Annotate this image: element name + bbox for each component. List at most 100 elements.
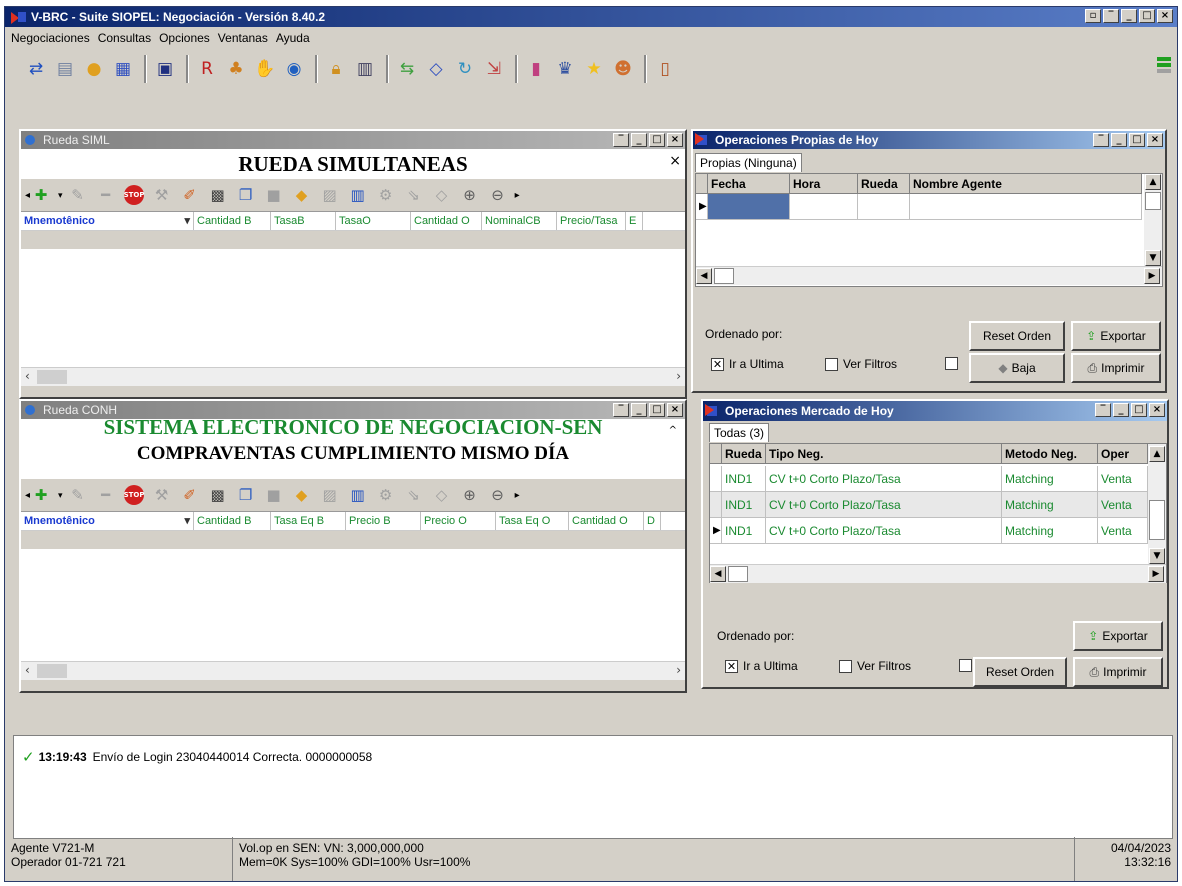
filter-icon[interactable]: ⇘ xyxy=(403,484,425,506)
ver-filtros-checkbox[interactable]: Ver Filtros xyxy=(839,659,911,673)
edit-icon[interactable]: ✎ xyxy=(67,184,89,206)
extra-checkbox[interactable] xyxy=(945,357,963,370)
column-nombre-agente[interactable]: Nombre Agente xyxy=(910,174,1142,194)
scroll-right-icon[interactable]: ▶ xyxy=(1148,566,1164,582)
save-icon[interactable]: ▩ xyxy=(207,184,229,206)
chevron-right-icon[interactable]: › xyxy=(676,369,681,383)
column-cantidad-o[interactable]: Cantidad O xyxy=(569,512,644,530)
ver-filtros-checkbox[interactable]: Ver Filtros xyxy=(825,357,897,371)
scroll-right-icon[interactable]: ▶ xyxy=(1144,268,1160,284)
zoom-in-icon[interactable]: ⊕ xyxy=(459,484,481,506)
restore-icon[interactable]: ‾ xyxy=(613,403,629,417)
rueda-siml-grid[interactable] xyxy=(21,249,685,367)
column-tasa-o[interactable]: TasaO xyxy=(336,212,411,230)
download-icon[interactable]: ◆ xyxy=(291,184,313,206)
globe-icon[interactable]: ◉ xyxy=(281,56,307,82)
column-precio-tasa[interactable]: Precio/Tasa xyxy=(557,212,626,230)
scroll-down-icon[interactable]: ▼ xyxy=(1145,250,1161,266)
imprimir-button[interactable]: ⎙ Imprimir xyxy=(1073,657,1163,687)
bar-chart-icon[interactable]: ▥ xyxy=(347,484,369,506)
star-icon[interactable]: ★ xyxy=(581,56,607,82)
sync-icon[interactable]: ↻ xyxy=(452,56,478,82)
column-tipo-neg[interactable]: Tipo Neg. xyxy=(766,444,1002,464)
column-cantidad-b[interactable]: Cantidad B xyxy=(194,512,271,530)
close-button[interactable]: × xyxy=(1157,9,1173,23)
minimize-button[interactable]: _ xyxy=(1113,403,1129,417)
add-icon[interactable]: ✚ xyxy=(30,184,52,206)
column-precio-b[interactable]: Precio B xyxy=(346,512,421,530)
horizontal-scrollbar[interactable]: ‹ › xyxy=(21,367,685,386)
maximize-button[interactable]: □ xyxy=(1131,403,1147,417)
edit-icon[interactable]: ✎ xyxy=(67,484,89,506)
coins-icon[interactable]: ● xyxy=(81,56,107,82)
zoom-out-icon[interactable]: ⊖ xyxy=(487,484,509,506)
maximize-button[interactable]: □ xyxy=(649,403,665,417)
minimize-button[interactable]: _ xyxy=(631,403,647,417)
report-icon[interactable]: R xyxy=(194,56,220,82)
column-tasa-eq-b[interactable]: Tasa Eq B xyxy=(271,512,346,530)
maximize-button[interactable]: □ xyxy=(1139,9,1155,23)
menu-ventanas[interactable]: Ventanas xyxy=(218,31,268,45)
table-row[interactable]: IND1 CV t+0 Corto Plazo/Tasa Matching Ve… xyxy=(710,492,1148,518)
column-metodo-neg[interactable]: Metodo Neg. xyxy=(1002,444,1098,464)
scroll-icon[interactable]: ◇ xyxy=(431,484,453,506)
column-hora[interactable]: Hora xyxy=(790,174,858,194)
chart-icon[interactable]: ▮ xyxy=(523,56,549,82)
ops-propias-grid[interactable]: Fecha Hora Rueda Nombre Agente ▶ ▲ ▼ ◀ ▶ xyxy=(695,173,1163,287)
column-cantidad-o[interactable]: Cantidad O xyxy=(411,212,482,230)
scroll-down-icon[interactable]: ▼ xyxy=(1149,548,1165,564)
lock-icon[interactable]: 🔒︎ xyxy=(323,56,349,82)
square-icon[interactable]: ■ xyxy=(263,484,285,506)
restore-icon[interactable]: ‾ xyxy=(1093,133,1109,147)
scroll-icon[interactable]: ◇ xyxy=(423,56,449,82)
reset-orden-button[interactable]: Reset Orden xyxy=(969,321,1065,351)
scroll-right-icon[interactable]: ▸ xyxy=(515,190,520,201)
tab-propias[interactable]: Propias (Ninguna) xyxy=(695,153,802,172)
copy-icon[interactable]: ❐ xyxy=(235,184,257,206)
calculator-icon[interactable]: ▥ xyxy=(352,56,378,82)
close-icon[interactable]: × xyxy=(669,153,681,169)
horizontal-scrollbar[interactable]: ◀ ▶ xyxy=(710,564,1166,583)
menu-consultas[interactable]: Consultas xyxy=(98,31,151,45)
image-icon[interactable]: ▨ xyxy=(319,484,341,506)
vertical-scrollbar[interactable]: ▲ ▼ xyxy=(1144,174,1162,266)
close-button[interactable]: × xyxy=(1149,403,1165,417)
hammer-icon[interactable]: ⚒ xyxy=(151,184,173,206)
column-e[interactable]: E xyxy=(626,212,643,230)
column-cantidad-b[interactable]: Cantidad B xyxy=(194,212,271,230)
minimize-icon[interactable]: ‾ xyxy=(1103,9,1119,23)
bar-chart-icon[interactable]: ▥ xyxy=(347,184,369,206)
image-icon[interactable]: ▨ xyxy=(319,184,341,206)
menu-negociaciones[interactable]: Negociaciones xyxy=(11,31,90,45)
ops-mercado-titlebar[interactable]: Operaciones Mercado de Hoy ‾ _ □ × xyxy=(703,401,1167,421)
ops-mercado-grid[interactable]: Rueda Tipo Neg. Metodo Neg. Oper IND1 CV… xyxy=(709,443,1167,583)
square-icon[interactable]: ■ xyxy=(263,184,285,206)
close-button[interactable]: × xyxy=(667,403,683,417)
settings-icon[interactable]: ⚙ xyxy=(375,484,397,506)
minimize-button[interactable]: _ xyxy=(631,133,647,147)
horizontal-scrollbar[interactable]: ‹ › xyxy=(21,661,685,680)
maximize-button[interactable]: □ xyxy=(1129,133,1145,147)
minimize-button[interactable]: _ xyxy=(1121,9,1137,23)
rueda-conh-grid[interactable] xyxy=(21,549,685,661)
baja-button[interactable]: ◆ Baja xyxy=(969,353,1065,383)
restore-icon[interactable]: ‾ xyxy=(1095,403,1111,417)
scroll-up-icon[interactable]: ^ xyxy=(669,425,677,436)
column-nominal-cb[interactable]: NominalCB xyxy=(482,212,557,230)
exportar-button[interactable]: ⇪ Exportar xyxy=(1071,321,1161,351)
document-icon[interactable]: ▤ xyxy=(52,56,78,82)
scroll-up-icon[interactable]: ▲ xyxy=(1149,446,1165,462)
reset-orden-button[interactable]: Reset Orden xyxy=(973,657,1067,687)
zoom-out-icon[interactable]: ⊖ xyxy=(487,184,509,206)
horizontal-scrollbar[interactable]: ◀ ▶ xyxy=(696,266,1162,285)
graduation-icon[interactable]: ♛ xyxy=(552,56,578,82)
table-row[interactable]: ▶ xyxy=(696,194,1142,220)
column-tasa-eq-o[interactable]: Tasa Eq O xyxy=(496,512,569,530)
scroll-icon[interactable]: ◇ xyxy=(431,184,453,206)
imprimir-button[interactable]: ⎙ Imprimir xyxy=(1071,353,1161,383)
column-tasa-b[interactable]: TasaB xyxy=(271,212,336,230)
download-icon[interactable]: ◆ xyxy=(291,484,313,506)
filter-icon[interactable]: ⇘ xyxy=(403,184,425,206)
scroll-left-icon[interactable]: ◀ xyxy=(696,268,712,284)
export-icon[interactable]: ⇲ xyxy=(481,56,507,82)
